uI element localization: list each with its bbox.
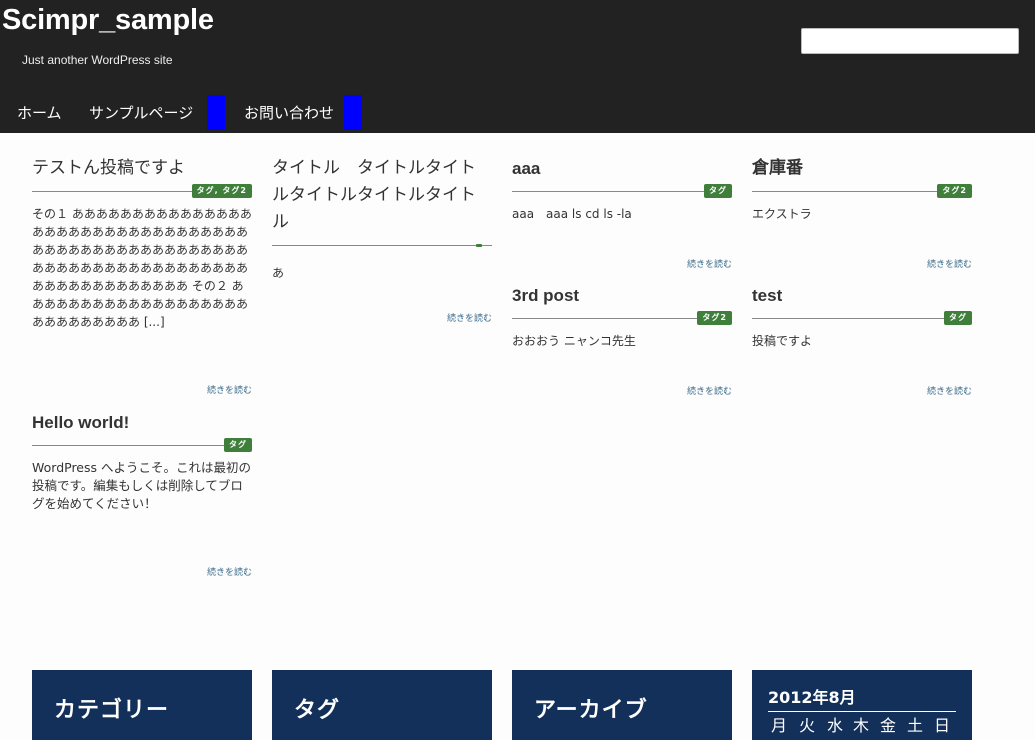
post-tags[interactable]: タグ2: [697, 311, 732, 325]
post-divider: タグ: [512, 184, 732, 198]
post-tags[interactable]: タグ: [704, 184, 732, 198]
widget-archives: アーカイブ: [512, 670, 732, 740]
post-tags[interactable]: タグ2: [937, 184, 972, 198]
calendar-day-header: 日: [933, 716, 950, 735]
post-excerpt: エクストラ: [752, 207, 812, 221]
calendar-caption: 2012年8月: [768, 688, 856, 707]
post-tags[interactable]: タグ: [224, 438, 252, 452]
post-card: タイトル タイトルタイトルタイトルタイトルタイトル あ 続きを読む: [272, 155, 492, 330]
nav-submenu-indicator[interactable]: [207, 95, 225, 130]
post-excerpt: その１ ああああああああああああああああああああああああああああああああああああ…: [32, 207, 252, 329]
read-more-link[interactable]: 続きを読む: [207, 383, 252, 396]
post-excerpt: あ: [272, 266, 285, 280]
site-title[interactable]: Scimpr_sample: [2, 4, 214, 37]
read-more-link[interactable]: 続きを読む: [927, 384, 972, 397]
calendar-day-header: 木: [852, 716, 869, 735]
read-more-link[interactable]: 続きを読む: [447, 311, 492, 324]
site-header: Scimpr_sample Just another WordPress sit…: [0, 0, 1035, 133]
post-title[interactable]: 3rd post: [512, 282, 732, 309]
post-divider: [272, 238, 492, 252]
post-card: Hello world! タグ WordPress へようこそ。これは最初の投稿…: [32, 409, 252, 584]
post-title[interactable]: テストん投稿ですよ: [32, 155, 252, 182]
post-divider: タグ, タグ2: [32, 184, 252, 198]
post-tags[interactable]: タグ: [944, 311, 972, 325]
calendar-day-header: 金: [879, 716, 896, 735]
widget-tags: タグ: [272, 670, 492, 740]
post-card: test タグ 投稿ですよ 続きを読む: [752, 282, 972, 402]
calendar-day-header: 水: [826, 716, 843, 735]
post-title[interactable]: Hello world!: [32, 409, 252, 436]
post-card: aaa タグ aaa aaa ls cd ls -la 続きを読む: [512, 155, 732, 275]
post-card: テストん投稿ですよ タグ, タグ2 その１ ああああああああああああああああああ…: [32, 155, 252, 400]
widget-title: タグ: [294, 698, 341, 723]
post-divider: タグ2: [512, 311, 732, 325]
post-title[interactable]: aaa: [512, 155, 732, 182]
calendar-day-header: 土: [906, 716, 923, 735]
site-description: Just another WordPress site: [22, 53, 173, 67]
post-divider: タグ2: [752, 184, 972, 198]
post-tags[interactable]: [476, 244, 482, 247]
post-title[interactable]: タイトル タイトルタイトルタイトルタイトルタイトル: [272, 155, 492, 236]
post-title[interactable]: test: [752, 282, 972, 309]
post-excerpt: 投稿ですよ: [752, 334, 813, 348]
search-input[interactable]: [801, 28, 1019, 54]
widget-calendar: 2012年8月 月 火 水 木 金 土 日: [752, 670, 972, 740]
post-title[interactable]: 倉庫番: [752, 155, 972, 182]
nav-item-home[interactable]: ホーム: [17, 95, 62, 131]
post-divider: タグ: [32, 438, 252, 452]
read-more-link[interactable]: 続きを読む: [927, 257, 972, 270]
calendar-day-header: 月: [770, 716, 787, 735]
widget-categories: カテゴリー: [32, 670, 252, 740]
post-excerpt: aaa aaa ls cd ls -la: [512, 207, 632, 221]
nav-submenu-indicator[interactable]: [344, 95, 362, 130]
post-excerpt: おおおう ニャンコ先生: [512, 334, 636, 348]
nav-item-sample-page[interactable]: サンプルページ: [89, 95, 193, 131]
post-divider: タグ: [752, 311, 972, 325]
read-more-link[interactable]: 続きを読む: [687, 384, 732, 397]
calendar-day-header: 火: [798, 716, 815, 735]
read-more-link[interactable]: 続きを読む: [207, 565, 252, 578]
widget-title: アーカイブ: [534, 698, 648, 723]
post-tags[interactable]: タグ, タグ2: [191, 184, 252, 198]
nav-item-contact[interactable]: お問い合わせ: [244, 95, 334, 131]
post-card: 倉庫番 タグ2 エクストラ 続きを読む: [752, 155, 972, 275]
post-excerpt: WordPress へようこそ。これは最初の投稿です。編集もしくは削除してブログ…: [32, 460, 252, 511]
widget-title: カテゴリー: [54, 698, 170, 723]
post-card: 3rd post タグ2 おおおう ニャンコ先生 続きを読む: [512, 282, 732, 402]
read-more-link[interactable]: 続きを読む: [687, 257, 732, 270]
